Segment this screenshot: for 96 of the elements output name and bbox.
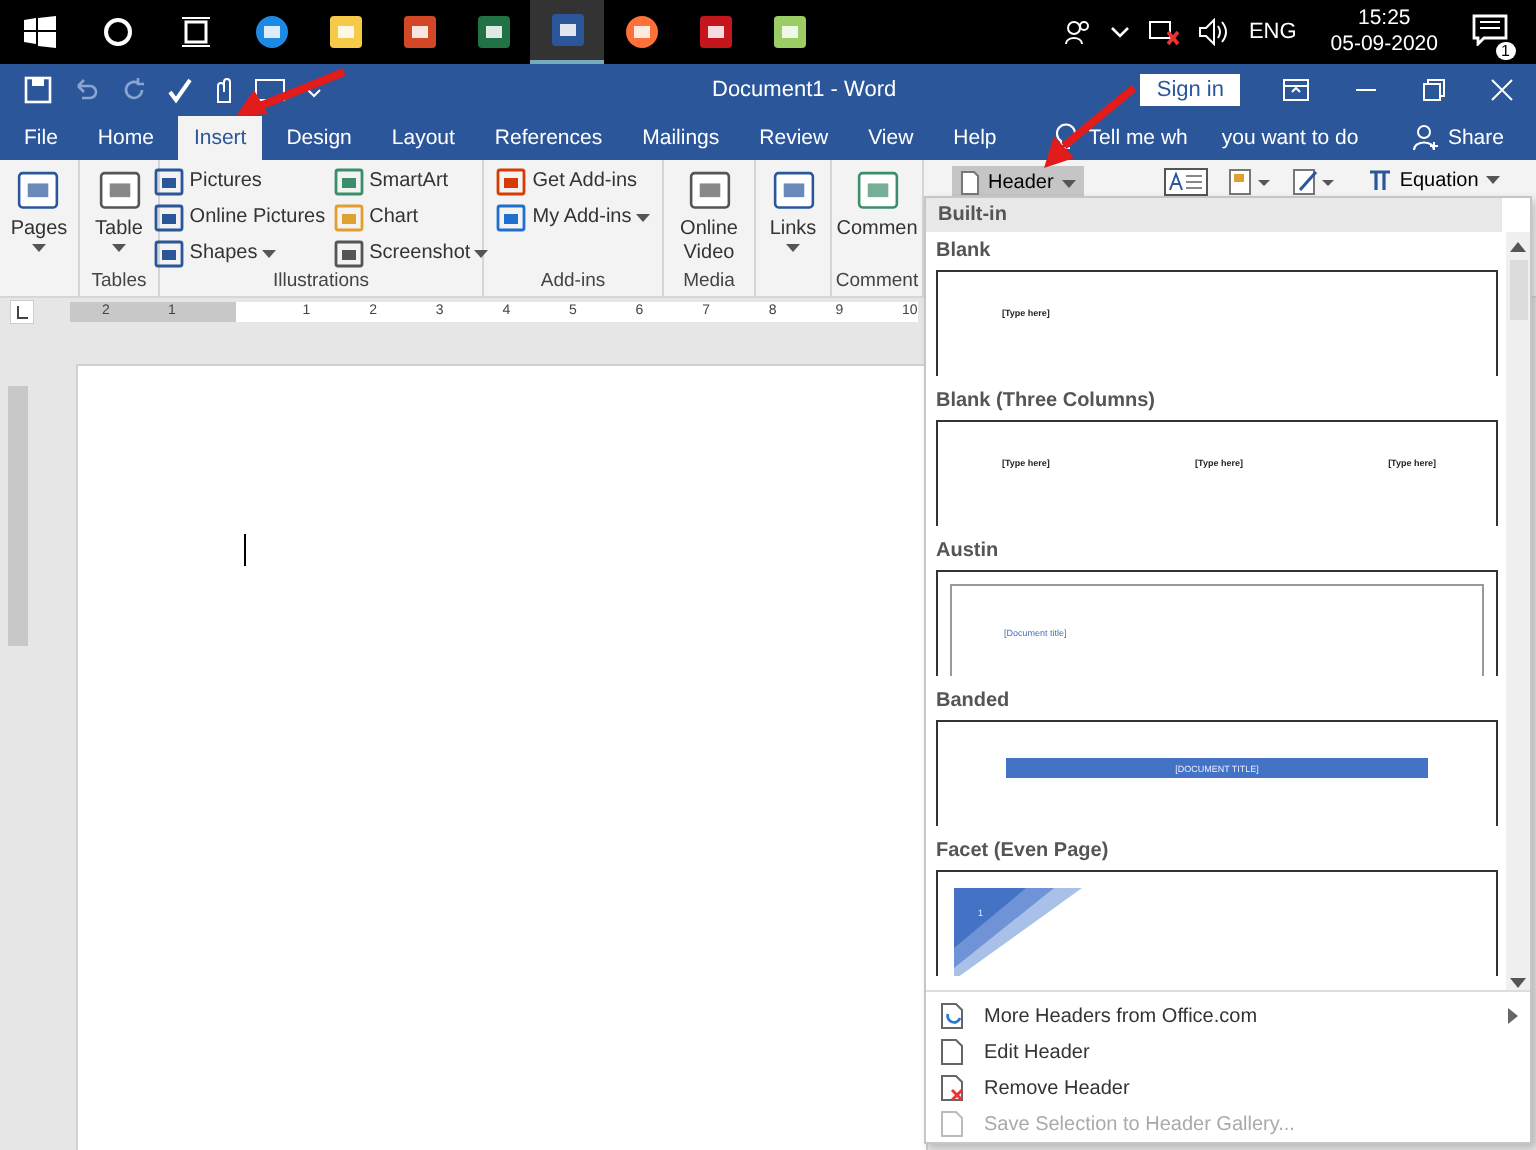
ribbon-tab[interactable]: File <box>8 116 74 160</box>
group-label: Comment <box>835 270 919 296</box>
gallery-label: Banded <box>934 688 1012 716</box>
ribbon-button[interactable]: Screenshot <box>331 236 491 270</box>
app-icon <box>325 12 365 52</box>
people-icon[interactable] <box>1064 18 1093 46</box>
ribbon-button[interactable]: Commen <box>834 164 920 270</box>
ribbon-button[interactable]: Links <box>767 164 819 296</box>
group-label: Illustrations <box>272 270 370 296</box>
command-icon <box>496 203 529 231</box>
ribbon-tab[interactable]: Review <box>743 116 845 160</box>
gallery-label: Blank (Three Columns) <box>934 388 1157 416</box>
app-icon <box>547 10 587 50</box>
document-icon <box>938 1074 966 1102</box>
text-box-icon[interactable] <box>1163 168 1208 196</box>
ribbon-button[interactable]: Pages <box>8 164 70 296</box>
ribbon-button[interactable]: My Add-ins <box>494 200 652 234</box>
ribbon-button[interactable]: Shapes <box>151 236 328 270</box>
signature-icon[interactable] <box>1291 168 1336 196</box>
person-icon <box>1411 124 1440 152</box>
ribbon-tab[interactable]: Layout <box>375 116 471 160</box>
tell-me-text[interactable]: Tell me wh <box>1088 126 1188 150</box>
ribbon-button[interactable]: SmartArt <box>331 164 491 198</box>
tell-me-text[interactable]: you want to do <box>1221 126 1359 150</box>
ribbon-button[interactable]: Get Add-ins <box>494 164 652 198</box>
document-icon <box>938 1038 966 1066</box>
taskbar-button[interactable] <box>530 0 604 64</box>
ribbon-button[interactable]: Online Pictures <box>151 200 328 234</box>
window-title: Document1 - Word <box>710 77 899 101</box>
start-icon[interactable] <box>24 16 56 48</box>
scroll-down-icon[interactable] <box>1510 978 1526 990</box>
clock-date[interactable]: 05-09-2020 <box>1330 32 1438 58</box>
ribbon-tab[interactable]: Design <box>270 116 368 160</box>
command-icon <box>153 167 186 195</box>
restore-icon[interactable] <box>1422 77 1446 101</box>
equation-button[interactable]: Equation <box>1355 166 1513 194</box>
menu-item[interactable]: Edit Header <box>926 1034 1530 1070</box>
search-icon[interactable] <box>102 16 134 48</box>
ribbon-button[interactable]: Table <box>93 164 145 270</box>
ribbon-button[interactable]: Online Video <box>668 164 750 270</box>
save-icon[interactable] <box>24 75 52 103</box>
group-label: Media <box>683 270 735 296</box>
command-icon <box>333 203 366 231</box>
network-icon[interactable] <box>1148 18 1181 46</box>
task-view-icon[interactable] <box>180 16 212 48</box>
quick-parts-icon[interactable] <box>1227 168 1272 196</box>
ribbon-tab[interactable]: Help <box>937 116 1013 160</box>
command-icon <box>333 239 366 267</box>
volume-icon[interactable] <box>1198 18 1231 46</box>
ribbon-button[interactable]: Chart <box>331 200 491 234</box>
notification-count: 1 <box>1495 41 1516 59</box>
ribbon-display-icon[interactable] <box>1282 77 1310 101</box>
app-icon <box>695 12 735 52</box>
text-cursor <box>244 534 246 566</box>
menu-heading: Built-in <box>926 198 1502 232</box>
document-icon <box>938 1002 966 1030</box>
group-label: Add-ins <box>540 270 606 296</box>
menu-item[interactable]: More Headers from Office.com <box>926 998 1530 1034</box>
clock-time[interactable]: 15:25 <box>1358 6 1411 32</box>
share-button[interactable]: Share <box>1399 116 1516 160</box>
chevron-icon[interactable] <box>1110 22 1131 42</box>
gallery-label: Austin <box>934 538 1001 566</box>
app-icon <box>473 12 513 52</box>
redo-icon[interactable] <box>120 75 148 103</box>
ribbon-tab[interactable]: Mailings <box>626 116 736 160</box>
gallery-label: Facet (Even Page) <box>934 838 1111 866</box>
ribbon-tab[interactable]: Insert <box>177 116 263 160</box>
facet-drawing <box>954 888 1082 976</box>
scrollbar[interactable] <box>1506 232 1530 990</box>
ribbon-tab[interactable]: References <box>478 116 619 160</box>
scroll-up-icon[interactable] <box>1510 240 1526 252</box>
pi-icon <box>1367 168 1392 192</box>
scroll-thumb[interactable] <box>1509 260 1527 320</box>
group-label: Tables <box>91 270 147 296</box>
menu-item[interactable]: Remove Header <box>926 1070 1530 1106</box>
command-icon <box>333 167 366 195</box>
spelling-icon[interactable] <box>166 75 194 103</box>
dropdown-arrow-icon <box>1061 179 1076 187</box>
language-indicator[interactable]: ENG <box>1248 20 1297 44</box>
command-icon <box>496 167 529 195</box>
document-icon <box>938 1110 966 1138</box>
arrow-drawing <box>236 68 348 120</box>
sign-in-button[interactable]: Sign in <box>1140 73 1240 105</box>
close-icon[interactable] <box>1490 77 1514 101</box>
notification-icon[interactable] <box>1472 13 1508 45</box>
app-icon <box>399 12 439 52</box>
command-icon <box>153 203 186 231</box>
ribbon-button[interactable]: Pictures <box>151 164 328 198</box>
ribbon-tab[interactable]: View <box>852 116 930 160</box>
ribbon-tab[interactable]: Home <box>81 116 170 160</box>
command-icon <box>153 239 186 267</box>
tab-selector-icon[interactable] <box>10 300 34 324</box>
gallery-label: Blank <box>934 238 993 266</box>
dropdown-arrow-icon <box>1486 176 1501 184</box>
touch-mode-icon[interactable] <box>212 75 236 103</box>
app-icon <box>769 12 809 52</box>
